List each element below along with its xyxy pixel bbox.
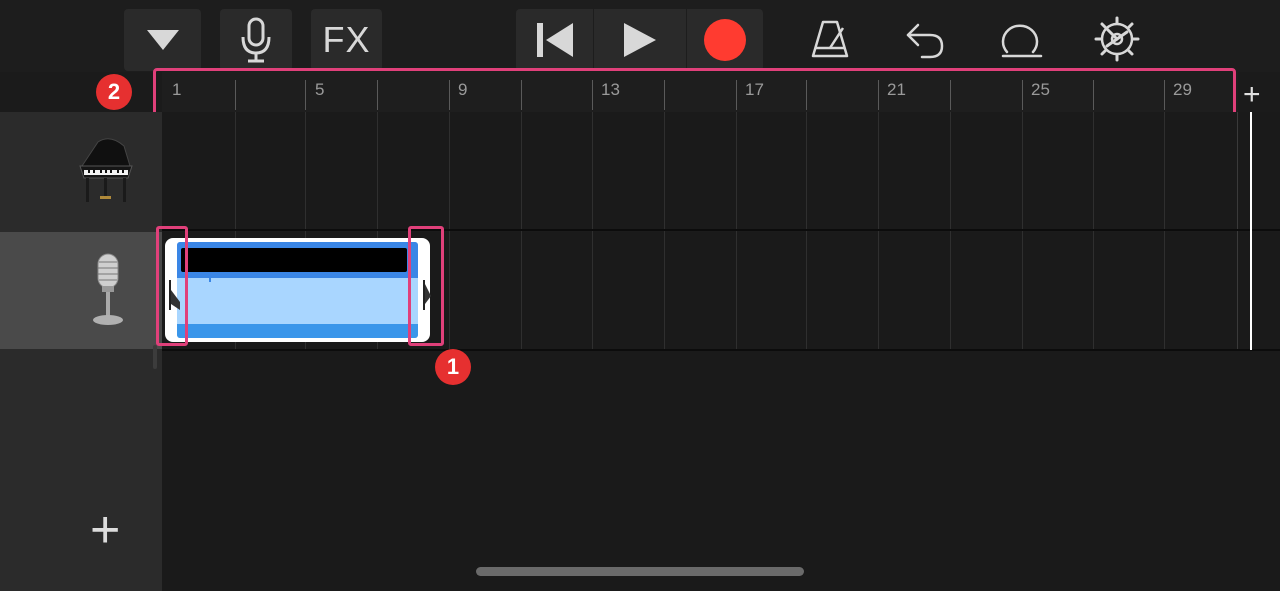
annotation-badge-1: 1 bbox=[435, 349, 471, 385]
grid-line bbox=[878, 112, 879, 350]
metronome-icon bbox=[811, 20, 849, 58]
left-trim-highlight bbox=[156, 226, 188, 346]
ruler-highlight-outline bbox=[153, 68, 1236, 116]
track-divider bbox=[162, 349, 1280, 351]
grid-line bbox=[521, 112, 522, 350]
settings-button[interactable] bbox=[1092, 14, 1142, 64]
undo-button[interactable] bbox=[900, 14, 950, 64]
audio-region-body bbox=[177, 242, 418, 338]
control-bar: FX bbox=[0, 0, 1280, 72]
add-track-button[interactable]: + bbox=[90, 504, 120, 556]
transport-controls bbox=[516, 9, 763, 71]
grand-piano-icon bbox=[79, 138, 133, 202]
waveform-mark bbox=[209, 278, 211, 282]
microphone-track-icon bbox=[93, 253, 123, 325]
grid-line bbox=[736, 112, 737, 350]
track-scrollbar[interactable] bbox=[153, 345, 157, 369]
grid-line bbox=[1093, 112, 1094, 350]
record-button[interactable] bbox=[687, 9, 763, 71]
go-to-start-button[interactable] bbox=[516, 9, 593, 71]
playhead[interactable] bbox=[1250, 112, 1252, 350]
grid-line bbox=[950, 112, 951, 350]
record-icon bbox=[704, 19, 746, 61]
audio-region-header bbox=[177, 242, 418, 278]
audio-region[interactable] bbox=[165, 238, 431, 342]
go-to-start-icon bbox=[536, 23, 573, 57]
microphone-icon bbox=[241, 17, 271, 63]
fx-button[interactable]: FX bbox=[311, 9, 382, 71]
grid-line bbox=[592, 112, 593, 350]
undo-icon bbox=[906, 23, 944, 59]
add-section-button[interactable]: + bbox=[1243, 80, 1261, 110]
play-icon bbox=[624, 23, 656, 57]
gear-icon bbox=[1094, 16, 1140, 62]
audio-region-footer bbox=[177, 324, 418, 338]
grid-line bbox=[1237, 112, 1238, 350]
loop-browser-button[interactable] bbox=[995, 14, 1045, 64]
piano-track-lane[interactable] bbox=[162, 112, 1280, 230]
piano-track-header[interactable] bbox=[0, 112, 162, 230]
grid-line bbox=[664, 112, 665, 350]
grid-line bbox=[1164, 112, 1165, 350]
view-menu-button[interactable] bbox=[124, 9, 201, 71]
play-button[interactable] bbox=[594, 9, 686, 71]
grid-line bbox=[449, 112, 450, 350]
annotation-badge-2: 2 bbox=[96, 74, 132, 110]
track-divider bbox=[162, 229, 1280, 231]
home-indicator[interactable] bbox=[476, 567, 804, 576]
fx-label: FX bbox=[322, 19, 371, 60]
audio-recorder-track-header[interactable] bbox=[0, 232, 162, 349]
loop-icon bbox=[1001, 24, 1043, 58]
grid-line bbox=[1022, 112, 1023, 350]
grid-line bbox=[806, 112, 807, 350]
right-trim-highlight bbox=[408, 226, 444, 346]
metronome-button[interactable] bbox=[805, 14, 855, 64]
empty-lane-area[interactable] bbox=[162, 351, 1280, 591]
audio-region-name bbox=[181, 248, 407, 272]
mic-button[interactable] bbox=[220, 9, 292, 71]
triangle-down-icon bbox=[146, 30, 179, 50]
